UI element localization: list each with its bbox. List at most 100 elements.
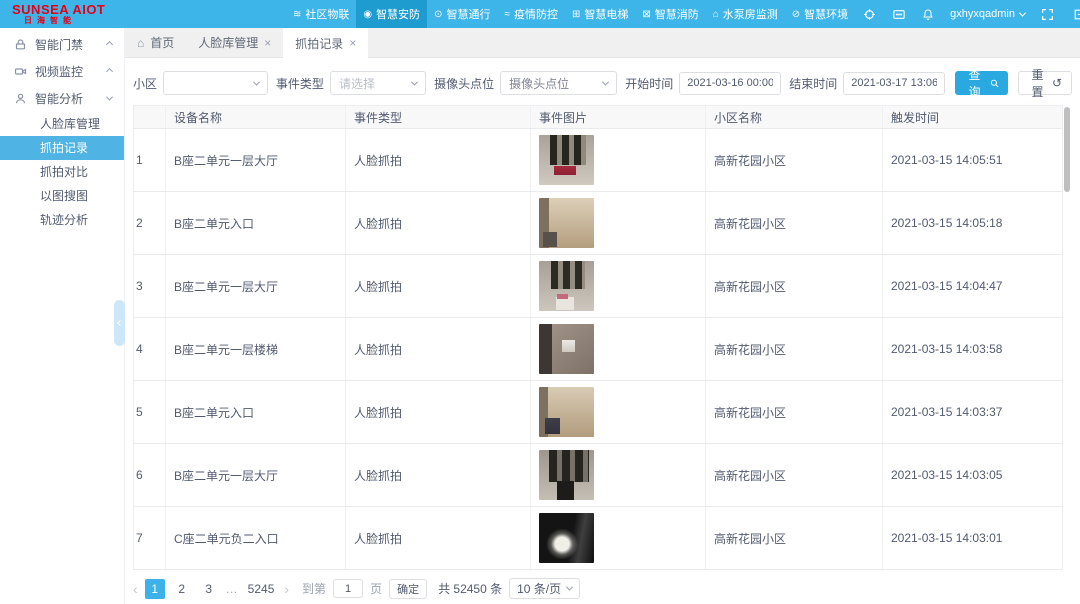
close-icon[interactable]: × xyxy=(264,37,271,49)
close-icon[interactable]: × xyxy=(349,37,356,49)
column-header-image: 事件图片 xyxy=(531,106,706,128)
row-index: 1 xyxy=(134,129,166,191)
event-snapshot-image[interactable] xyxy=(539,450,594,500)
event-snapshot-image[interactable] xyxy=(539,198,594,248)
event-type-placeholder: 请选择 xyxy=(339,75,375,92)
sidebar-item-capture-records[interactable]: 抓拍记录 xyxy=(0,136,124,160)
jump-suffix-label: 页 xyxy=(370,580,382,597)
community-name: 高新花园小区 xyxy=(706,381,883,443)
username: gxhyxqadmin xyxy=(950,8,1015,20)
camera-select[interactable]: 摄像头点位 xyxy=(500,71,617,95)
tab-face-library[interactable]: 人脸库管理 × xyxy=(186,28,283,57)
sidebar-item-face-library[interactable]: 人脸库管理 xyxy=(0,112,124,136)
fullscreen-icon[interactable] xyxy=(1033,0,1062,28)
reset-button[interactable]: 重置 ↺ xyxy=(1018,71,1072,95)
sidebar-group-label: 智能门禁 xyxy=(35,36,83,53)
table-row: 3 B座二单元一层大厅 人脸抓拍 高新花园小区 2021-03-15 14:04… xyxy=(134,255,1062,318)
nav-label: 智慧消防 xyxy=(655,6,699,22)
sidebar-group-video-monitor[interactable]: 视频监控 xyxy=(0,58,124,85)
row-index: 2 xyxy=(134,192,166,254)
device-name: B座二单元一层大厅 xyxy=(166,255,346,317)
event-type: 人脸抓拍 xyxy=(346,381,531,443)
nav-label: 智慧通行 xyxy=(446,6,490,22)
nav-label: 社区物联 xyxy=(305,6,349,22)
start-time-input[interactable] xyxy=(679,72,781,95)
event-snapshot-image[interactable] xyxy=(539,261,594,311)
end-time-input[interactable] xyxy=(843,72,945,95)
community-name: 高新花园小区 xyxy=(706,192,883,254)
event-snapshot-image[interactable] xyxy=(539,387,594,437)
nav-item-elevator[interactable]: ⊞ 智慧电梯 xyxy=(565,0,635,28)
chevron-up-icon xyxy=(106,68,113,75)
page-number[interactable]: 3 xyxy=(199,579,219,599)
message-icon[interactable] xyxy=(884,0,914,28)
camera-icon xyxy=(14,65,27,78)
page-number[interactable]: 1 xyxy=(145,579,165,599)
page-number[interactable]: 2 xyxy=(172,579,192,599)
logout-icon[interactable] xyxy=(1072,0,1080,28)
sidebar-item-image-search[interactable]: 以图搜图 xyxy=(0,184,124,208)
sidebar-item-capture-compare[interactable]: 抓拍对比 xyxy=(0,160,124,184)
nav-item-fire[interactable]: ⊠ 智慧消防 xyxy=(635,0,705,28)
lock-icon xyxy=(14,38,27,51)
sidebar-group-smart-analysis[interactable]: 智能分析 xyxy=(0,85,124,112)
row-index: 4 xyxy=(134,318,166,380)
row-index: 6 xyxy=(134,444,166,506)
user-menu[interactable]: gxhyxqadmin xyxy=(942,0,1033,28)
nav-item-pump[interactable]: ⌂ 水泵房监测 xyxy=(706,0,785,28)
trigger-time: 2021-03-15 14:03:58 xyxy=(883,318,1062,380)
nav-item-security[interactable]: ◉ 智慧安防 xyxy=(356,0,427,28)
jump-confirm-button[interactable]: 确定 xyxy=(389,579,427,599)
next-page-arrow[interactable]: › xyxy=(284,582,289,596)
table-row: 4 B座二单元一层楼梯 人脸抓拍 高新花园小区 2021-03-15 14:03… xyxy=(134,318,1062,381)
column-header-device: 设备名称 xyxy=(166,106,346,128)
tabbar: ⌂ 首页 人脸库管理 × 抓拍记录 × xyxy=(125,28,1080,58)
jump-page-input[interactable] xyxy=(333,579,363,598)
person-icon xyxy=(14,92,27,105)
column-header-event-type: 事件类型 xyxy=(346,106,531,128)
records-table: 设备名称 事件类型 事件图片 小区名称 触发时间 1 B座二单元一层大厅 人脸抓… xyxy=(133,105,1063,570)
event-type: 人脸抓拍 xyxy=(346,192,531,254)
chevron-up-icon xyxy=(106,41,113,48)
table-scrollbar[interactable] xyxy=(1064,107,1070,573)
nav-item-access[interactable]: ⊙ 智慧通行 xyxy=(427,0,497,28)
nav-item-epidemic[interactable]: ≈ 疫情防控 xyxy=(497,0,565,28)
tab-home[interactable]: ⌂ 首页 xyxy=(125,28,186,57)
page-number[interactable]: 5245 xyxy=(245,579,278,599)
page-size-select[interactable]: 10 条/页 xyxy=(509,578,580,599)
bell-icon[interactable] xyxy=(914,0,942,28)
event-type-select[interactable]: 请选择 xyxy=(330,71,426,95)
nav-item-environment[interactable]: ⊘ 智慧环境 xyxy=(785,0,855,28)
tab-capture-records[interactable]: 抓拍记录 × xyxy=(283,28,368,58)
device-name: B座二单元一层楼梯 xyxy=(166,318,346,380)
sidebar-item-trajectory-analysis[interactable]: 轨迹分析 xyxy=(0,208,124,232)
event-snapshot-image[interactable] xyxy=(539,513,594,563)
jump-prefix-label: 到第 xyxy=(302,580,326,597)
sidebar-group-access-control[interactable]: 智能门禁 xyxy=(0,31,124,58)
device-name: B座二单元一层大厅 xyxy=(166,444,346,506)
target-icon[interactable] xyxy=(855,0,884,28)
event-snapshot-image[interactable] xyxy=(539,135,594,185)
chevron-left-icon xyxy=(117,320,123,326)
camera-label: 摄像头点位 xyxy=(434,75,494,92)
environment-icon: ⊘ xyxy=(792,9,800,20)
access-icon: ⊙ xyxy=(434,9,442,20)
event-type: 人脸抓拍 xyxy=(346,129,531,191)
community-select[interactable] xyxy=(163,71,268,95)
nav-label: 水泵房监测 xyxy=(723,6,778,22)
table-row: 7 C座二单元负二入口 人脸抓拍 高新花园小区 2021-03-15 14:03… xyxy=(134,507,1062,570)
event-type-label: 事件类型 xyxy=(276,75,324,92)
scrollbar-thumb[interactable] xyxy=(1064,107,1070,192)
search-button[interactable]: 查询 xyxy=(955,71,1008,95)
nav-item-community-iot[interactable]: ≋ 社区物联 xyxy=(286,0,356,28)
trigger-time: 2021-03-15 14:04:47 xyxy=(883,255,1062,317)
tab-label: 首页 xyxy=(150,34,174,51)
device-name: C座二单元负二入口 xyxy=(166,507,346,569)
event-snapshot-image[interactable] xyxy=(539,324,594,374)
sidebar-collapse-handle[interactable] xyxy=(114,300,125,346)
filter-bar: 小区 事件类型 请选择 摄像头点位 摄像头点位 开始时间 结束时间 查询 重置 … xyxy=(125,58,1080,105)
prev-page-arrow[interactable]: ‹ xyxy=(133,582,138,596)
start-time-label: 开始时间 xyxy=(625,75,673,92)
elevator-icon: ⊞ xyxy=(572,9,580,20)
sidebar-group-label: 视频监控 xyxy=(35,63,83,80)
